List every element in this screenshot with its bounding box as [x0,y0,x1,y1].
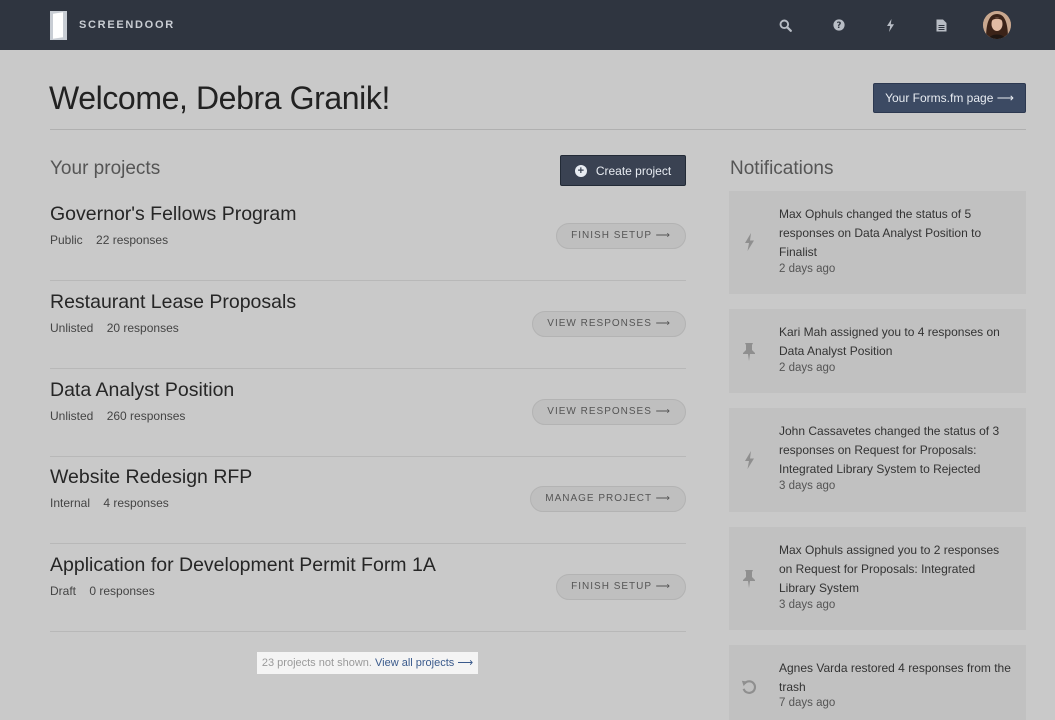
bolt-icon[interactable] [879,14,901,36]
notification-item[interactable]: Max Ophuls assigned you to 2 responses o… [729,527,1026,630]
document-icon[interactable] [930,14,952,36]
pin-icon [741,568,757,588]
user-avatar[interactable] [983,11,1011,39]
svg-text:?: ? [837,21,842,31]
project-response-count: 260 responses [106,409,186,423]
projects-heading: Your projects [50,158,161,179]
notification-item[interactable]: Agnes Varda restored 4 responses from th… [729,645,1026,720]
notification-text: John Cassavetes changed the status of 3 … [779,424,1000,476]
notification-item[interactable]: John Cassavetes changed the status of 3 … [729,408,1026,512]
notifications-heading: Notifications [730,158,834,179]
notification-text: Agnes Varda restored 4 responses from th… [779,661,1011,694]
not-shown-text: 23 projects not shown. [261,657,372,669]
view-responses-button[interactable]: VIEW RESPONSES ⟶ [532,311,686,337]
door-logo-icon [50,10,67,40]
notification-item[interactable]: Kari Mah assigned you to 4 responses on … [729,309,1026,393]
manage-project-button[interactable]: MANAGE PROJECT ⟶ [530,486,686,512]
project-response-count: 22 responses [96,233,169,247]
page-title: Welcome, Debra Granik! [49,80,390,116]
notification-time: 3 days ago [779,599,836,611]
project-meta: Unlisted 260 responses [50,409,195,423]
project-visibility: Internal [50,496,91,510]
search-icon[interactable] [774,14,796,36]
project-name[interactable]: Restaurant Lease Proposals [50,291,296,314]
notification-time: 2 days ago [779,362,836,374]
project-row: Application for Development Permit Form … [50,544,686,632]
project-name[interactable]: Data Analyst Position [50,379,234,402]
finish-setup-button[interactable]: FINISH SETUP ⟶ [556,574,686,600]
notification-time: 3 days ago [779,480,836,492]
app-logo[interactable]: SCREENDOOR [50,10,175,40]
project-name[interactable]: Governor's Fellows Program [50,203,296,226]
project-response-count: 4 responses [103,496,169,510]
project-visibility: Draft [50,584,77,598]
create-project-button[interactable]: + Create project [560,155,686,186]
project-meta: Internal 4 responses [50,496,179,510]
bolt-icon [741,232,757,252]
projects-not-shown-notice: 23 projects not shown. View all projects… [257,652,478,674]
notification-text: Max Ophuls assigned you to 2 responses o… [779,543,1000,595]
header-divider [50,129,1026,130]
forms-page-button[interactable]: Your Forms.fm page ⟶ [873,83,1026,113]
notification-text: Max Ophuls changed the status of 5 respo… [779,207,982,259]
project-row: Website Redesign RFP Internal 4 response… [50,456,686,544]
project-meta: Draft 0 responses [50,584,165,598]
project-visibility: Unlisted [50,409,94,423]
pin-icon [741,341,757,361]
notification-time: 2 days ago [779,263,836,275]
create-project-label: Create project [595,163,672,178]
finish-setup-button[interactable]: FINISH SETUP ⟶ [556,223,686,249]
project-row: Governor's Fellows Program Public 22 res… [50,193,686,281]
project-name[interactable]: Website Redesign RFP [50,466,252,489]
project-visibility: Public [50,233,83,247]
logo-text: SCREENDOOR [79,19,175,31]
project-name[interactable]: Application for Development Permit Form … [50,554,436,577]
project-response-count: 20 responses [106,321,179,335]
project-meta: Public 22 responses [50,233,178,247]
project-meta: Unlisted 20 responses [50,321,189,335]
project-visibility: Unlisted [50,321,94,335]
help-icon[interactable]: ? [828,14,850,36]
project-row: Restaurant Lease Proposals Unlisted 20 r… [50,281,686,369]
notification-item[interactable]: Max Ophuls changed the status of 5 respo… [729,191,1026,294]
view-all-projects-link[interactable]: View all projects ⟶ [375,657,473,669]
project-row: Data Analyst Position Unlisted 260 respo… [50,369,686,457]
notification-time: 7 days ago [779,697,836,709]
restore-icon [741,677,757,697]
project-response-count: 0 responses [89,584,155,598]
top-navbar: SCREENDOOR ? [0,0,1055,50]
bolt-icon [741,450,757,470]
plus-circle-icon: + [574,164,587,177]
notification-text: Kari Mah assigned you to 4 responses on … [779,325,1000,358]
view-responses-button[interactable]: VIEW RESPONSES ⟶ [532,399,686,425]
